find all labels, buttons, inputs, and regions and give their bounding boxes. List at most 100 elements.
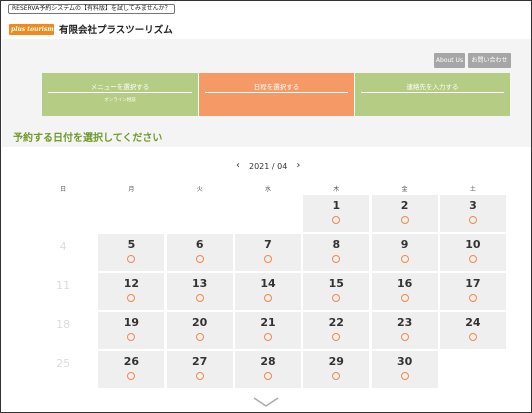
weekday-wed: 水: [264, 186, 271, 193]
calendar-day-available[interactable]: 23: [371, 312, 438, 349]
available-circle-icon: [127, 294, 136, 302]
logo-text: plus tourism: [11, 25, 54, 33]
about-us-button[interactable]: About Us: [434, 53, 465, 68]
weekday-fri: 金: [401, 186, 408, 193]
calendar-week-row: 1 2 3: [29, 193, 507, 232]
weekday-mon: 月: [128, 186, 135, 193]
company-logo[interactable]: plus tourism: [9, 23, 54, 35]
calendar-week-row: 18 19 20 21 22 23 24: [29, 310, 507, 349]
step-select-date[interactable]: 日程を選択する: [198, 73, 354, 116]
day-number: 2: [400, 199, 409, 212]
calendar-day-available[interactable]: 1: [303, 195, 370, 232]
step-select-menu[interactable]: メニューを選択する オンライン相談: [42, 73, 198, 116]
weekday-thu: 木: [333, 186, 340, 193]
calendar-day-available[interactable]: 15: [303, 273, 370, 310]
weekday-sat: 土: [469, 186, 476, 193]
calendar-day-available[interactable]: 6: [166, 234, 233, 271]
calendar-day-available[interactable]: 7: [235, 234, 301, 271]
day-number: 26: [123, 355, 140, 368]
day-number: 28: [260, 355, 276, 368]
company-name: 有限会社プラスツーリズム: [59, 25, 173, 36]
calendar-day-available[interactable]: 29: [303, 351, 370, 388]
day-number: 16: [396, 277, 413, 290]
day-number: 3: [469, 199, 477, 212]
calendar-day-available[interactable]: 8: [303, 234, 370, 271]
section-title: 予約する日付を選択してください: [13, 133, 163, 144]
calendar-day-available[interactable]: 19: [98, 312, 165, 349]
available-circle-icon: [332, 333, 341, 341]
calendar-day-available[interactable]: 17: [439, 273, 506, 310]
available-circle-icon: [332, 294, 341, 302]
calendar-day-available[interactable]: 21: [235, 312, 301, 349]
calendar-day-available[interactable]: 12: [98, 273, 165, 310]
day-number: 20: [192, 316, 208, 329]
available-circle-icon: [127, 255, 136, 263]
day-number: 27: [192, 355, 208, 368]
calendar-day-available[interactable]: 26: [98, 351, 165, 388]
calendar-day-available[interactable]: 27: [166, 351, 233, 388]
available-circle-icon: [468, 333, 477, 341]
calendar-grid: 1 2 3 4 5 6 7 8 9 10 11 12 13 14 15 16 17 18 19 20 21 22 23 24 2…: [29, 193, 507, 388]
step-label: 連絡先を入力する: [406, 83, 459, 91]
available-circle-icon: [468, 294, 477, 302]
calendar-day-available[interactable]: 28: [235, 351, 301, 388]
step-label: メニューを選択する: [90, 83, 150, 91]
weekday-sun: 日: [60, 186, 67, 193]
day-number: 19: [123, 316, 140, 329]
calendar-day-available[interactable]: 3: [439, 195, 506, 232]
calendar-week-row: 4 5 6 7 8 9 10: [29, 232, 507, 271]
available-circle-icon: [332, 255, 341, 263]
available-circle-icon: [195, 372, 204, 380]
calendar-day-available[interactable]: 2: [371, 195, 438, 232]
calendar-day-unavailable: 25: [30, 351, 96, 388]
step-divider: [205, 92, 348, 93]
next-month-icon[interactable]: ›: [296, 160, 300, 172]
available-circle-icon: [332, 216, 341, 224]
brand-header: plus tourism 有限会社プラスツーリズム: [9, 20, 173, 38]
paid-version-banner[interactable]: RESERVA予約システムの【有料版】を試してみませんか？: [8, 4, 175, 14]
step-divider: [361, 92, 504, 93]
available-circle-icon: [195, 294, 204, 302]
available-circle-icon: [127, 372, 136, 380]
day-number: 8: [332, 238, 341, 251]
calendar-day-available[interactable]: 5: [98, 234, 165, 271]
calendar-day-unavailable: 11: [30, 273, 96, 310]
browser-frame: RESERVA予約システムの【有料版】を試してみませんか？ plus touri…: [0, 0, 532, 413]
day-number: 22: [328, 316, 344, 329]
calendar-day-unavailable: 4: [30, 234, 96, 271]
day-number: 15: [328, 277, 344, 290]
available-circle-icon: [468, 255, 477, 263]
contact-button[interactable]: お問い合わせ: [468, 53, 511, 68]
day-number: 18: [56, 318, 71, 331]
step-selected-menu: オンライン相談: [104, 98, 136, 103]
day-number: 24: [465, 316, 481, 329]
calendar-day-available[interactable]: 13: [166, 273, 233, 310]
booking-steps: メニューを選択する オンライン相談 日程を選択する 連絡先を入力する: [42, 73, 510, 116]
available-circle-icon: [400, 294, 409, 302]
step-label: 日程を選択する: [253, 83, 300, 91]
step-divider: [48, 92, 192, 93]
day-number: 9: [400, 238, 409, 251]
day-number: 7: [264, 238, 272, 251]
prev-month-icon[interactable]: ‹: [236, 160, 240, 172]
calendar-day-available[interactable]: 14: [235, 273, 301, 310]
calendar-day-available[interactable]: 16: [371, 273, 438, 310]
day-number: 25: [56, 357, 71, 370]
day-number: 11: [56, 279, 71, 292]
calendar-day-available[interactable]: 9: [371, 234, 438, 271]
scroll-down-chevron-icon[interactable]: [253, 396, 279, 408]
calendar-day-available[interactable]: 20: [166, 312, 233, 349]
day-number: 17: [465, 277, 481, 290]
available-circle-icon: [332, 372, 341, 380]
available-circle-icon: [264, 294, 272, 302]
weekday-tue: 火: [196, 186, 203, 193]
available-circle-icon: [400, 216, 409, 224]
available-circle-icon: [468, 216, 477, 224]
calendar-day-available[interactable]: 22: [303, 312, 370, 349]
day-number: 29: [328, 355, 344, 368]
step-enter-contact[interactable]: 連絡先を入力する: [354, 73, 510, 116]
calendar-day-available[interactable]: 30: [371, 351, 438, 388]
calendar-day-available[interactable]: 24: [439, 312, 506, 349]
day-number: 5: [127, 238, 136, 251]
calendar-day-available[interactable]: 10: [439, 234, 506, 271]
